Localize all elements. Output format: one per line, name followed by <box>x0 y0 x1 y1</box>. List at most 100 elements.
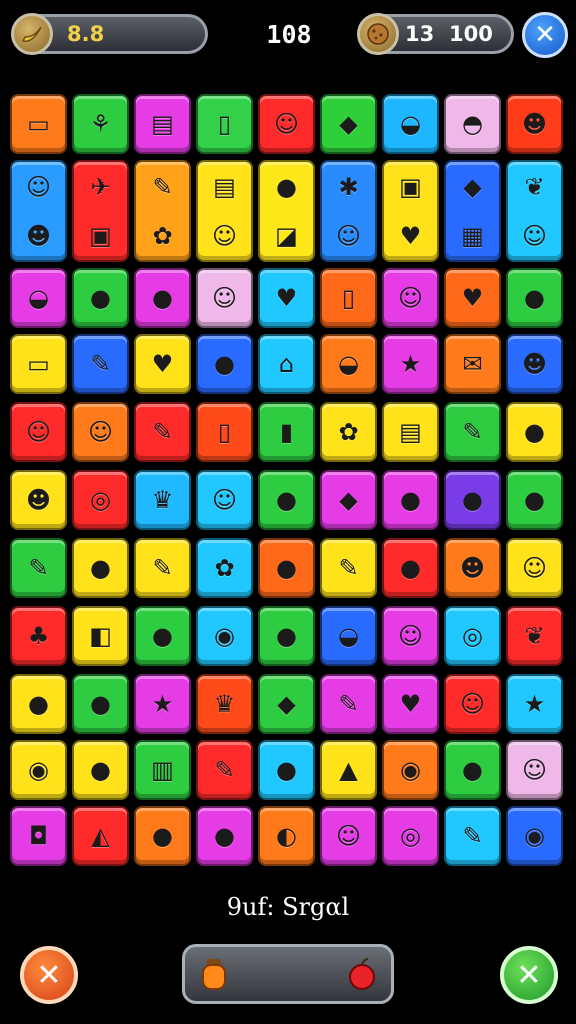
tile-6-1[interactable]: ● <box>72 538 129 598</box>
tile-7-7[interactable]: ◎ <box>444 606 501 666</box>
tile-8-8[interactable]: ★ <box>506 674 563 734</box>
tile-7-0[interactable]: ♣ <box>10 606 67 666</box>
tile-2-4[interactable]: ♥ <box>258 268 315 328</box>
tile-3-5[interactable]: ◒ <box>320 334 377 394</box>
tile-7-3[interactable]: ◉ <box>196 606 253 666</box>
tile-0-1[interactable]: ⚘ <box>72 94 129 154</box>
tile-1-5[interactable]: ✱ ☺ <box>320 160 377 262</box>
tile-10-6[interactable]: ◎ <box>382 806 439 866</box>
tile-1-6[interactable]: ▣ ♥ <box>382 160 439 262</box>
tile-3-6[interactable]: ★ <box>382 334 439 394</box>
tile-5-3[interactable]: ☺ <box>196 470 253 530</box>
tile-2-3[interactable]: ☺ <box>196 268 253 328</box>
tile-5-5[interactable]: ◆ <box>320 470 377 530</box>
tile-9-3[interactable]: ✎ <box>196 740 253 800</box>
tile-2-6[interactable]: ☺ <box>382 268 439 328</box>
tile-0-4[interactable]: ☺ <box>258 94 315 154</box>
tile-1-4[interactable]: ● ◪ <box>258 160 315 262</box>
tile-8-0[interactable]: ● <box>10 674 67 734</box>
tile-4-0[interactable]: ☺ <box>10 402 67 462</box>
tile-3-3[interactable]: ● <box>196 334 253 394</box>
tile-3-4[interactable]: ⌂ <box>258 334 315 394</box>
cancel-button[interactable]: ✕ <box>20 946 78 1004</box>
tile-10-5[interactable]: ☺ <box>320 806 377 866</box>
tile-9-5[interactable]: ▲ <box>320 740 377 800</box>
tile-8-4[interactable]: ◆ <box>258 674 315 734</box>
tile-5-4[interactable]: ● <box>258 470 315 530</box>
tile-0-6[interactable]: ◒ <box>382 94 439 154</box>
tile-7-8[interactable]: ❦ <box>506 606 563 666</box>
tile-3-2[interactable]: ♥ <box>134 334 191 394</box>
tile-5-8[interactable]: ● <box>506 470 563 530</box>
tile-6-4[interactable]: ● <box>258 538 315 598</box>
tile-0-5[interactable]: ◆ <box>320 94 377 154</box>
tile-0-0[interactable]: ▭ <box>10 94 67 154</box>
tile-8-2[interactable]: ★ <box>134 674 191 734</box>
tile-9-7[interactable]: ● <box>444 740 501 800</box>
collection-tray[interactable] <box>182 944 394 1004</box>
tile-5-1[interactable]: ◎ <box>72 470 129 530</box>
tile-0-7[interactable]: ◓ <box>444 94 501 154</box>
tile-1-1[interactable]: ✈ ▣ <box>72 160 129 262</box>
tile-3-1[interactable]: ✎ <box>72 334 129 394</box>
tile-4-6[interactable]: ▤ <box>382 402 439 462</box>
tile-10-2[interactable]: ● <box>134 806 191 866</box>
tile-5-7[interactable]: ● <box>444 470 501 530</box>
tile-3-0[interactable]: ▭ <box>10 334 67 394</box>
tile-9-1[interactable]: ● <box>72 740 129 800</box>
tile-10-3[interactable]: ● <box>196 806 253 866</box>
tile-8-6[interactable]: ♥ <box>382 674 439 734</box>
tile-0-3[interactable]: ▯ <box>196 94 253 154</box>
tile-6-0[interactable]: ✎ <box>10 538 67 598</box>
tile-8-3[interactable]: ♛ <box>196 674 253 734</box>
tile-3-7[interactable]: ✉ <box>444 334 501 394</box>
tile-10-8[interactable]: ◉ <box>506 806 563 866</box>
tile-6-8[interactable]: ☺ <box>506 538 563 598</box>
tile-8-5[interactable]: ✎ <box>320 674 377 734</box>
tile-3-8[interactable]: ☻ <box>506 334 563 394</box>
tile-10-0[interactable]: ◘ <box>10 806 67 866</box>
tile-0-8[interactable]: ☻ <box>506 94 563 154</box>
tile-6-2[interactable]: ✎ <box>134 538 191 598</box>
close-button[interactable]: ✕ <box>522 12 568 58</box>
tile-1-2[interactable]: ✎ ✿ <box>134 160 191 262</box>
confirm-button[interactable]: ✕ <box>500 946 558 1004</box>
tile-4-7[interactable]: ✎ <box>444 402 501 462</box>
tile-4-4[interactable]: ▮ <box>258 402 315 462</box>
tile-8-1[interactable]: ● <box>72 674 129 734</box>
tile-6-7[interactable]: ☻ <box>444 538 501 598</box>
tile-10-7[interactable]: ✎ <box>444 806 501 866</box>
tile-2-1[interactable]: ● <box>72 268 129 328</box>
tile-6-3[interactable]: ✿ <box>196 538 253 598</box>
tile-7-4[interactable]: ● <box>258 606 315 666</box>
tile-4-8[interactable]: ● <box>506 402 563 462</box>
tile-1-8[interactable]: ❦ ☺ <box>506 160 563 262</box>
tile-2-8[interactable]: ● <box>506 268 563 328</box>
tile-1-3[interactable]: ▤ ☺ <box>196 160 253 262</box>
tile-2-2[interactable]: ● <box>134 268 191 328</box>
tile-7-6[interactable]: ☺ <box>382 606 439 666</box>
tile-7-1[interactable]: ◧ <box>72 606 129 666</box>
tile-2-7[interactable]: ♥ <box>444 268 501 328</box>
tile-6-5[interactable]: ✎ <box>320 538 377 598</box>
tile-5-2[interactable]: ♛ <box>134 470 191 530</box>
tile-9-8[interactable]: ☺ <box>506 740 563 800</box>
tile-10-1[interactable]: ◭ <box>72 806 129 866</box>
tile-4-1[interactable]: ☺ <box>72 402 129 462</box>
tile-6-6[interactable]: ● <box>382 538 439 598</box>
tile-9-2[interactable]: ▥ <box>134 740 191 800</box>
tile-2-0[interactable]: ◒ <box>10 268 67 328</box>
tile-2-5[interactable]: ▯ <box>320 268 377 328</box>
tile-4-3[interactable]: ▯ <box>196 402 253 462</box>
tile-5-6[interactable]: ● <box>382 470 439 530</box>
tile-7-5[interactable]: ◒ <box>320 606 377 666</box>
tile-4-2[interactable]: ✎ <box>134 402 191 462</box>
tile-9-0[interactable]: ◉ <box>10 740 67 800</box>
tile-9-6[interactable]: ◉ <box>382 740 439 800</box>
tile-9-4[interactable]: ● <box>258 740 315 800</box>
tile-7-2[interactable]: ● <box>134 606 191 666</box>
tile-0-2[interactable]: ▤ <box>134 94 191 154</box>
tile-5-0[interactable]: ☻ <box>10 470 67 530</box>
tile-1-7[interactable]: ◆ ▦ <box>444 160 501 262</box>
tile-4-5[interactable]: ✿ <box>320 402 377 462</box>
